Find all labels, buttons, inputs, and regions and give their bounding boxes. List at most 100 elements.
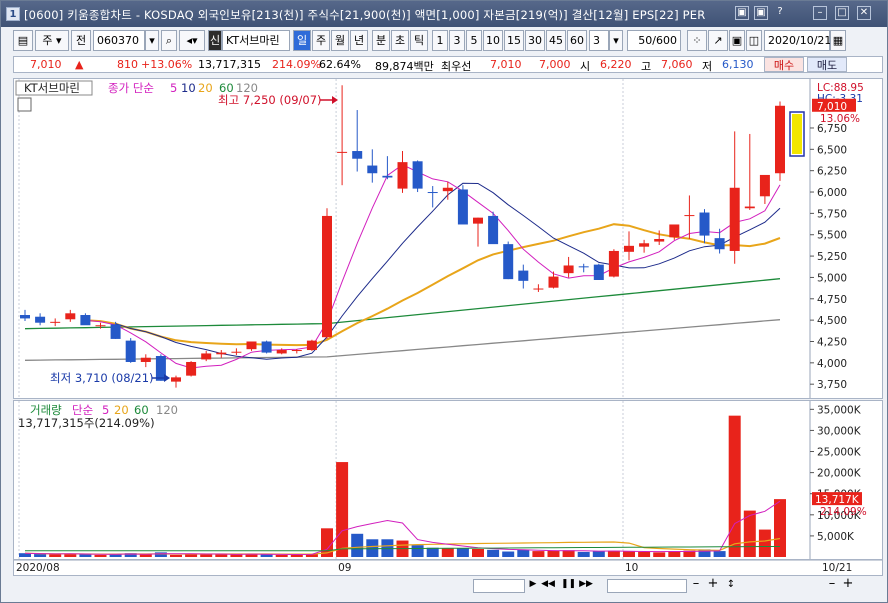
volume-bar (456, 548, 469, 557)
interval-30[interactable]: 30 (525, 30, 545, 51)
candle (699, 209, 710, 244)
sound-icon[interactable]: ◂▾ (179, 30, 205, 51)
market-select[interactable]: 전 (71, 30, 91, 51)
period-year[interactable]: 년 (350, 30, 368, 51)
chevron-down-icon[interactable]: ▾ (145, 30, 159, 51)
price-change-pct: +13.06% (141, 58, 193, 71)
period-minute[interactable]: 분 (372, 30, 390, 51)
volume-bar (411, 545, 424, 557)
chart-settings-icon[interactable]: ▤ (13, 30, 33, 51)
candle-body (337, 151, 348, 153)
date-input[interactable]: 2020/10/21 (764, 30, 831, 51)
candle-body (125, 340, 136, 362)
help-icon[interactable]: ? (773, 6, 787, 20)
period-month[interactable]: 월 (331, 30, 349, 51)
layout-icon[interactable]: ▣ (754, 6, 768, 20)
candle-body (110, 324, 121, 339)
candle-body (442, 187, 453, 192)
volume-bar (472, 548, 484, 557)
y-tick-label: 20,000K (817, 468, 862, 480)
bar-count-input[interactable]: 50/600 (627, 30, 681, 51)
volume-legend-ma-5: 5 (102, 403, 109, 417)
zoom-slider[interactable] (607, 579, 687, 593)
calendar-icon[interactable]: ▦ (830, 30, 846, 51)
y-tick-label: 5,750 (817, 208, 847, 220)
candle-body (35, 316, 46, 323)
ma60-line (24, 278, 781, 330)
period-second[interactable]: 초 (391, 30, 409, 51)
interval-15[interactable]: 15 (504, 30, 524, 51)
volume-bar (290, 554, 303, 557)
rewind-icon[interactable]: ◀◀ (541, 579, 555, 593)
interval-1[interactable]: 1 (432, 30, 448, 51)
volume-panel[interactable]: 35,000K30,000K25,000K20,000K15,000K10,00… (13, 400, 883, 560)
candle-body (397, 162, 408, 189)
volume-bar (94, 554, 107, 557)
volume-chart[interactable]: 35,000K30,000K25,000K20,000K15,000K10,00… (14, 401, 882, 559)
scrollbar[interactable] (473, 579, 525, 593)
zoom-in-icon[interactable]: + (706, 576, 720, 591)
pan-icon[interactable]: ↕ (724, 579, 738, 590)
zoom-out-icon[interactable]: – (825, 576, 839, 591)
candle-body (352, 151, 363, 159)
zoom-out-icon[interactable]: – (689, 576, 703, 591)
y-tick-label: 5,500 (817, 230, 847, 242)
candle (261, 340, 272, 354)
interval-10[interactable]: 10 (483, 30, 503, 51)
candle-body (306, 340, 317, 351)
settings-icon[interactable]: ◫ (746, 30, 762, 51)
volume-bar (366, 539, 379, 557)
price-chart[interactable]: 6,7506,5006,2506,0005,7505,5005,2505,000… (14, 79, 882, 398)
save-icon[interactable]: ▣ (729, 30, 745, 51)
last-pct-label: 13.06% (820, 113, 860, 125)
y-tick-label: 5,000K (817, 531, 855, 543)
candle-body (171, 377, 181, 382)
y-tick-label: 5,250 (817, 251, 847, 263)
high-label: 고 (641, 60, 652, 73)
ma120-line (24, 319, 781, 361)
forward-icon[interactable]: ▶▶ (579, 579, 593, 593)
sell-button[interactable]: 매도 (807, 57, 847, 72)
type-select[interactable]: 주 ▾ (35, 30, 69, 51)
grid-icon[interactable]: ⁘ (687, 30, 707, 51)
draw-tool-icon[interactable]: ↗ (708, 30, 728, 51)
interval-45[interactable]: 45 (546, 30, 566, 51)
period-tick[interactable]: 틱 (410, 30, 428, 51)
period-week[interactable]: 주 (312, 30, 330, 51)
candle (533, 284, 544, 292)
search-icon[interactable]: ⌕ (161, 30, 177, 51)
scroll-controls: ▶ ◀◀ ❚❚ ▶▶ – + ↕ – + (13, 576, 883, 598)
minimize-icon[interactable]: – (813, 6, 827, 20)
candle-body (669, 224, 680, 238)
maximize-icon[interactable]: □ (835, 6, 849, 20)
interval-input[interactable]: 3 (589, 30, 609, 51)
close-icon[interactable]: ✕ (857, 6, 871, 20)
candle (65, 309, 76, 322)
buy-button[interactable]: 매수 (764, 57, 804, 72)
stock-code-input[interactable]: 060370 (93, 30, 145, 51)
pin-icon[interactable]: ▣ (735, 6, 749, 20)
candle-body (654, 239, 665, 242)
period-day[interactable]: 일 (293, 30, 311, 51)
scroll-right-icon[interactable]: ▶ (526, 579, 540, 593)
candle-body (684, 215, 695, 217)
candle (503, 241, 514, 280)
volume-bar (154, 552, 167, 557)
candle-body (201, 353, 212, 360)
ma20-line (85, 223, 781, 347)
pause-icon[interactable]: ❚❚ (561, 579, 576, 593)
candle (80, 313, 91, 326)
price-panel[interactable]: 6,750 6,500 6,250 6,000 5,750 5,500 5,250 5,000… (13, 78, 883, 399)
candle-body (246, 341, 257, 350)
interval-60[interactable]: 60 (567, 30, 587, 51)
candle-body (593, 264, 604, 280)
interval-5[interactable]: 5 (466, 30, 482, 51)
candle (684, 195, 695, 239)
interval-3[interactable]: 3 (449, 30, 465, 51)
chevron-down-icon[interactable]: ▾ (609, 30, 623, 51)
x-tick-label: 09 (338, 562, 351, 574)
last-volume-label: 13,717K (815, 494, 860, 506)
zoom-in-icon[interactable]: + (841, 576, 855, 591)
volume-bar (532, 551, 545, 557)
volume-bar (592, 551, 605, 557)
